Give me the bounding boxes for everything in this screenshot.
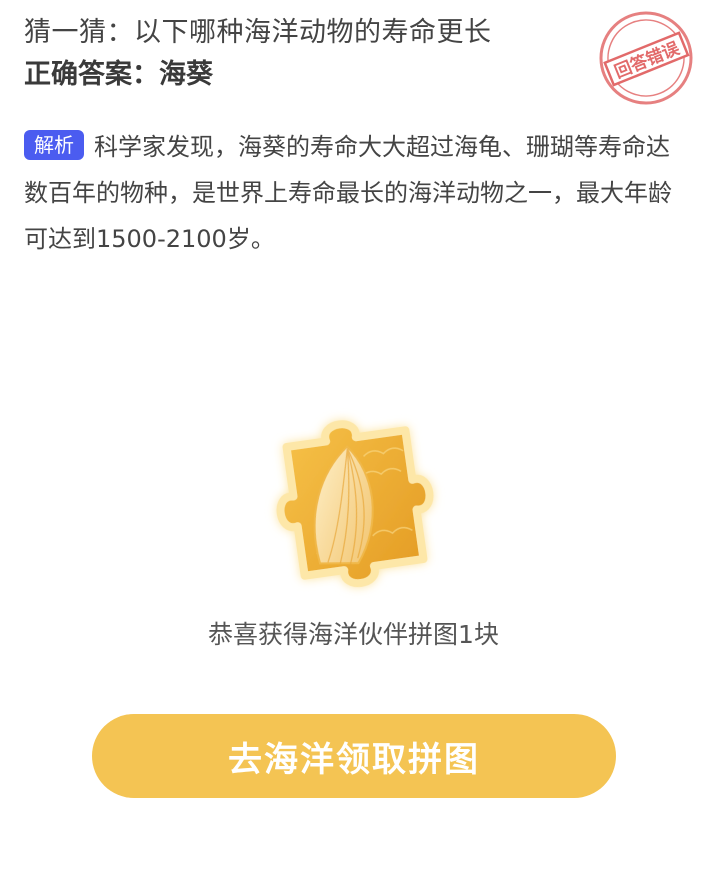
reward-message: 恭喜获得海洋伙伴拼图1块: [208, 620, 499, 649]
claim-puzzle-button[interactable]: 去海洋领取拼图: [92, 714, 616, 798]
puzzle-piece-icon: [276, 420, 434, 588]
correct-answer: 正确答案：海葵: [24, 59, 213, 90]
analysis-tag: 解析: [24, 130, 84, 160]
question-title: 猜一猜：以下哪种海洋动物的寿命更长: [24, 17, 492, 48]
analysis-paragraph: 解析 科学家发现，海葵的寿命大大超过海龟、珊瑚等寿命达数百年的物种，是世界上寿命最…: [24, 124, 674, 262]
analysis-text: 科学家发现，海葵的寿命大大超过海龟、珊瑚等寿命达数百年的物种，是世界上寿命最长的…: [24, 133, 672, 253]
wrong-answer-stamp: 回答错误: [599, 11, 693, 105]
